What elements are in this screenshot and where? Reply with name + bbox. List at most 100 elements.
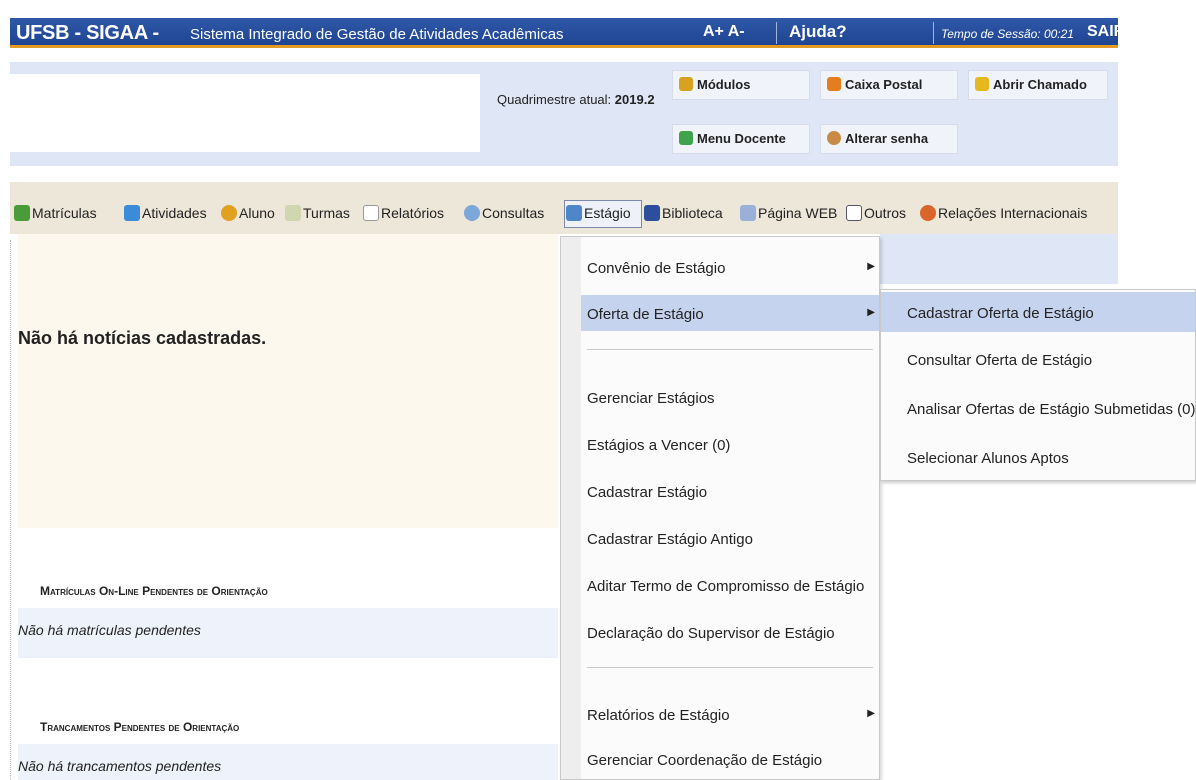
submenu-item-label: Analisar Ofertas de Estágio Submetidas (… — [907, 401, 1196, 418]
modules-label: Módulos — [697, 77, 751, 92]
menu-estagio[interactable]: Estágio — [566, 205, 631, 221]
library-icon — [644, 205, 660, 221]
submenu-item-consultar-oferta[interactable]: Consultar Oferta de Estágio — [881, 339, 1195, 379]
help-link[interactable]: Ajuda? — [789, 22, 847, 42]
menu-label: Consultas — [482, 205, 545, 221]
web-page-icon — [740, 205, 756, 221]
menu-label: Estágio — [584, 205, 631, 221]
news-panel: Não há notícias cadastradas. — [18, 234, 558, 528]
submenu-arrow-icon: ▶ — [867, 708, 875, 719]
activities-icon — [124, 205, 140, 221]
top-bar: UFSB - SIGAA - Sistema Integrado de Gest… — [10, 18, 1125, 48]
estagio-dropdown-menu: Convênio de Estágio ▶ Oferta de Estágio ▶ … — [560, 236, 880, 780]
submenu-item-label: Cadastrar Oferta de Estágio — [907, 305, 1094, 322]
divider — [776, 22, 777, 44]
user-icon — [827, 131, 841, 145]
teacher-menu-label: Menu Docente — [697, 131, 786, 146]
app-subtitle: Sistema Integrado de Gestão de Atividade… — [190, 26, 564, 43]
internship-icon — [566, 205, 582, 221]
menu-item-aditar-termo[interactable]: Aditar Termo de Compromisso de Estágio — [581, 567, 879, 603]
menu-gutter — [561, 237, 581, 779]
main-menu-bar: Matrículas Atividades Aluno Turmas Relat… — [10, 182, 1118, 234]
news-empty-message: Não há notícias cadastradas. — [18, 328, 267, 348]
menu-item-estagios-vencer[interactable]: Estágios a Vencer (0) — [581, 426, 879, 462]
submenu-item-selecionar-alunos[interactable]: Selecionar Alunos Aptos — [881, 437, 1195, 477]
menu-separator — [587, 667, 873, 669]
classes-icon — [285, 205, 301, 221]
mailbox-button[interactable]: Caixa Postal — [820, 70, 958, 100]
session-timer: Tempo de Sessão: 00:21 — [941, 27, 1074, 41]
mailbox-icon — [827, 77, 841, 91]
globe-icon — [920, 205, 936, 221]
menu-item-cadastrar-estagio[interactable]: Cadastrar Estágio — [581, 473, 879, 509]
menu-item-label: Convênio de Estágio — [587, 260, 726, 277]
institution-banner — [10, 74, 480, 152]
mailbox-label: Caixa Postal — [845, 77, 923, 92]
menu-pagina-web[interactable]: Página WEB — [740, 205, 837, 221]
period-value: 2019.2 — [614, 92, 655, 107]
app-name: UFSB - SIGAA - — [16, 22, 159, 44]
menu-item-label: Declaração do Supervisor de Estágio — [587, 625, 835, 642]
change-password-button[interactable]: Alterar senha — [820, 124, 958, 154]
menu-label: Relatórios — [381, 205, 445, 221]
menu-label: Biblioteca — [662, 205, 723, 221]
font-size-controls[interactable]: A+ A- — [703, 23, 745, 41]
menu-item-label: Cadastrar Estágio Antigo — [587, 531, 753, 548]
pending-enrollments-panel: Não há matrículas pendentes — [18, 608, 558, 658]
submenu-item-label: Consultar Oferta de Estágio — [907, 352, 1093, 369]
menu-aluno[interactable]: Aluno — [221, 205, 275, 221]
menu-label: Turmas — [303, 205, 350, 221]
menu-atividades[interactable]: Atividades — [124, 205, 207, 221]
menu-item-oferta[interactable]: Oferta de Estágio ▶ — [581, 295, 879, 331]
menu-label: Página WEB — [758, 205, 838, 221]
page-border — [10, 240, 11, 780]
menu-separator — [587, 349, 873, 351]
menu-item-label: Aditar Termo de Compromisso de Estágio — [587, 578, 865, 595]
menu-item-label: Gerenciar Coordenação de Estágio — [587, 752, 823, 769]
menu-biblioteca[interactable]: Biblioteca — [644, 205, 723, 221]
menu-turmas[interactable]: Turmas — [285, 205, 350, 221]
menu-item-label: Oferta de Estágio — [587, 306, 704, 323]
pending-cancellations-panel: Não há trancamentos pendentes — [18, 744, 558, 780]
menu-matriculas[interactable]: Matrículas — [14, 205, 97, 221]
right-side-panel — [880, 234, 1118, 284]
menu-label: Matrículas — [32, 205, 97, 221]
menu-item-label: Estágios a Vencer (0) — [587, 437, 731, 454]
menu-item-gerenciar-coordenacao[interactable]: Gerenciar Coordenação de Estágio — [581, 741, 879, 777]
modules-button[interactable]: Módulos — [672, 70, 810, 100]
pending-enrollments-text: Não há matrículas pendentes — [18, 622, 201, 638]
teacher-menu-button[interactable]: Menu Docente — [672, 124, 810, 154]
pending-enrollments-title: Matrículas On-Line Pendentes de Orientaç… — [40, 584, 268, 598]
menu-item-label: Gerenciar Estágios — [587, 390, 715, 407]
pending-cancellations-text: Não há trancamentos pendentes — [18, 758, 222, 774]
report-icon — [363, 205, 379, 221]
menu-label: Atividades — [142, 205, 207, 221]
menu-label: Aluno — [239, 205, 275, 221]
menu-relatorios[interactable]: Relatórios — [363, 205, 444, 221]
modules-icon — [679, 77, 693, 91]
student-icon — [221, 205, 237, 221]
search-icon — [464, 205, 480, 221]
period-label: Quadrimestre atual: — [497, 92, 612, 107]
menu-relacoes-internacionais[interactable]: Relações Internacionais — [920, 205, 1087, 221]
current-period: Quadrimestre atual: 2019.2 — [497, 92, 655, 107]
menu-consultas[interactable]: Consultas — [464, 205, 544, 221]
open-ticket-button[interactable]: Abrir Chamado — [968, 70, 1108, 100]
menu-item-gerenciar-estagios[interactable]: Gerenciar Estágios — [581, 379, 879, 415]
menu-item-relatorios-estagio[interactable]: Relatórios de Estágio ▶ — [581, 696, 879, 732]
submenu-item-cadastrar-oferta[interactable]: Cadastrar Oferta de Estágio — [881, 292, 1195, 332]
menu-label: Outros — [864, 205, 907, 221]
menu-label: Relações Internacionais — [938, 205, 1088, 221]
menu-item-convenio[interactable]: Convênio de Estágio ▶ — [581, 249, 879, 285]
header-area: Quadrimestre atual: 2019.2 Módulos Caixa… — [10, 62, 1118, 166]
oferta-submenu: Cadastrar Oferta de Estágio Consultar Of… — [880, 289, 1196, 481]
menu-item-declaracao-supervisor[interactable]: Declaração do Supervisor de Estágio — [581, 614, 879, 650]
submenu-arrow-icon: ▶ — [867, 307, 875, 318]
menu-item-cadastrar-estagio-antigo[interactable]: Cadastrar Estágio Antigo — [581, 520, 879, 556]
logout-link[interactable]: SAIR — [1087, 23, 1125, 41]
menu-outros[interactable]: Outros — [846, 205, 906, 221]
open-ticket-label: Abrir Chamado — [993, 77, 1087, 92]
menu-item-label: Cadastrar Estágio — [587, 484, 708, 501]
pending-cancellations-title: Trancamentos Pendentes de Orientação — [40, 720, 240, 734]
submenu-item-analisar-ofertas[interactable]: Analisar Ofertas de Estágio Submetidas (… — [881, 388, 1195, 428]
